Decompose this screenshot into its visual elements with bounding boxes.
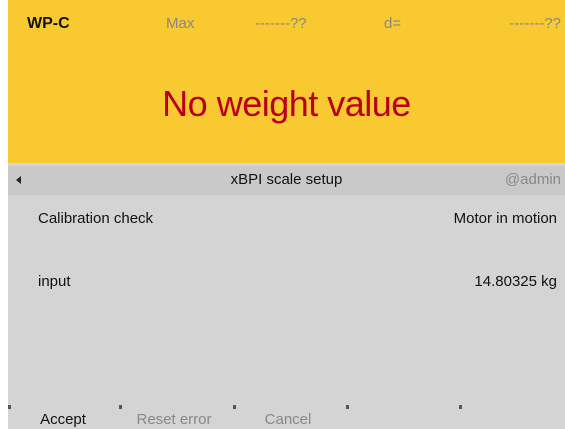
page-title: xBPI scale setup <box>230 171 343 188</box>
scale-display-screen: WP-C Max -------?? d= -------?? No weigh… <box>8 0 565 429</box>
weight-display-header: WP-C Max -------?? d= -------?? No weigh… <box>8 0 565 163</box>
user-label: @admin <box>504 171 561 188</box>
softkey-4[interactable] <box>346 405 456 429</box>
weight-message: No weight value <box>162 83 411 124</box>
max-value: -------?? <box>255 15 307 32</box>
input-value[interactable]: 14.80325 kg <box>474 273 557 291</box>
softkey-5[interactable] <box>459 405 565 429</box>
softkey-bar: Accept Reset error Cancel <box>8 405 565 429</box>
accept-softkey[interactable]: Accept <box>8 405 118 429</box>
max-label: Max <box>166 15 195 32</box>
calibration-check-value[interactable]: Motor in motion <box>454 210 557 228</box>
input-label: input <box>38 273 71 290</box>
d-label: d= <box>384 15 402 32</box>
reset-error-softkey[interactable]: Reset error <box>119 405 229 429</box>
d-value: -------?? <box>509 15 561 32</box>
device-name: WP-C <box>27 15 70 32</box>
calibration-check-label: Calibration check <box>38 210 154 227</box>
cancel-softkey[interactable]: Cancel <box>233 405 343 429</box>
title-bar: xBPI scale setup @admin <box>8 166 565 195</box>
